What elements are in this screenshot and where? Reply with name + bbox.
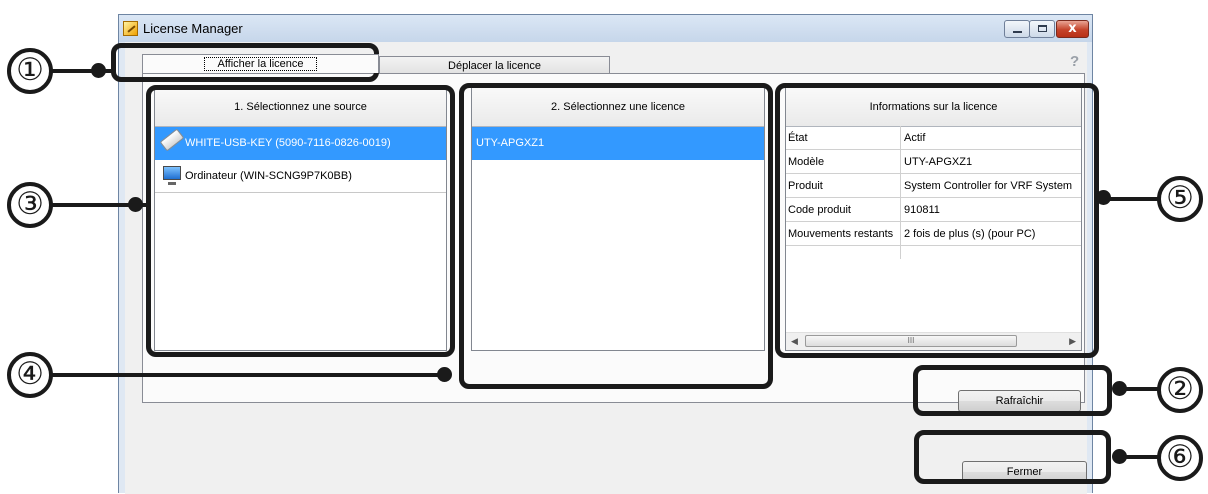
minimize-icon: [1013, 31, 1022, 33]
callout-box-5: [775, 83, 1099, 358]
callout-box-4: [459, 83, 773, 389]
maximize-icon: [1038, 25, 1047, 32]
callout-dot-6: [1112, 449, 1127, 464]
callout-number-5: ⑤: [1157, 176, 1203, 222]
callout-box-2: [913, 365, 1112, 416]
callout-number-6: ⑥: [1157, 435, 1203, 481]
license-manager-app-icon: [123, 21, 138, 36]
window-title: License Manager: [143, 21, 243, 36]
callout-line-4: [50, 373, 445, 377]
title-bar[interactable]: License Manager x: [119, 15, 1092, 42]
callout-number-1: ①: [7, 48, 53, 94]
callout-number-3: ③: [7, 182, 53, 228]
tab-afficher-licence[interactable]: Afficher la licence: [142, 54, 379, 73]
callout-dot-2: [1112, 381, 1127, 396]
callout-box-6: [914, 430, 1111, 484]
close-icon: x: [1068, 21, 1077, 36]
tab-deplacer-licence-label: Déplacer la licence: [448, 60, 541, 72]
callout-dot-1: [91, 63, 106, 78]
tab-afficher-licence-label: Afficher la licence: [204, 57, 317, 71]
help-icon[interactable]: ?: [1070, 53, 1079, 70]
maximize-button[interactable]: [1029, 20, 1055, 38]
close-window-button[interactable]: x: [1056, 20, 1089, 38]
callout-dot-3: [128, 197, 143, 212]
callout-line-5: [1104, 197, 1160, 201]
callout-number-2: ②: [1157, 367, 1203, 413]
minimize-button[interactable]: [1004, 20, 1030, 38]
callout-dot-5: [1096, 190, 1111, 205]
tab-deplacer-licence[interactable]: Déplacer la licence: [379, 56, 610, 74]
callout-box-3: [146, 85, 455, 357]
callout-dot-4: [437, 367, 452, 382]
callout-number-4: ④: [7, 352, 53, 398]
